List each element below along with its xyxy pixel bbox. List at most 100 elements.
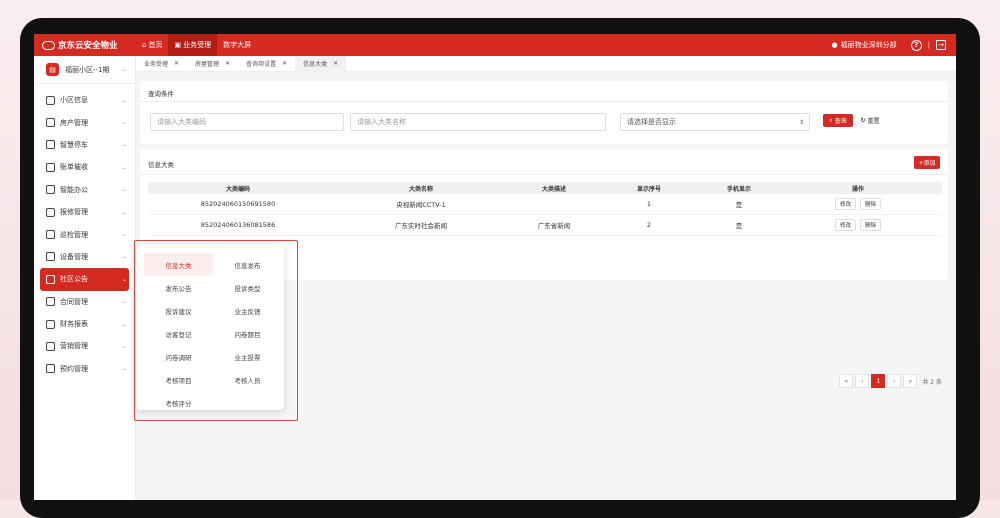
menu-icon	[46, 274, 55, 284]
sidebar-item-label: 房产管理	[60, 118, 88, 127]
menu-icon	[46, 207, 55, 217]
query-title: 查询条件	[148, 90, 174, 98]
sidebar-item-8[interactable]: 社区公告 ⌄	[40, 268, 129, 291]
tab-1[interactable]: 房屋管理 ✕	[187, 56, 238, 72]
pagination: « ‹ 1 › » 共 2 条	[837, 374, 942, 388]
sidebar-item-12[interactable]: 预约管理 ⌄	[34, 358, 135, 380]
cell-code: 852024060136081586	[200, 221, 276, 229]
brand-logo: 京东云安全物业	[34, 39, 136, 51]
category-name-input[interactable]: 请输入大类名称	[350, 113, 606, 131]
category-code-input[interactable]: 请输入大类编码	[150, 113, 344, 131]
monitor-icon: ▣	[174, 41, 182, 49]
add-button[interactable]: +添加	[914, 156, 940, 169]
tab-label: 查询项设置	[246, 61, 277, 68]
category-code-placeholder: 请输入大类编码	[157, 118, 206, 126]
close-icon[interactable]: ✕	[282, 60, 287, 67]
column-header: 操作	[851, 185, 864, 193]
refresh-icon: ↻	[860, 117, 866, 124]
delete-button[interactable]: 删除	[860, 219, 882, 231]
menu-icon	[46, 364, 55, 374]
tab-0[interactable]: 业务受理 ✕	[136, 56, 187, 72]
menu-icon	[46, 185, 55, 195]
select-arrow-icon: ⇕	[798, 118, 804, 126]
last-page-button[interactable]: »	[903, 374, 918, 388]
category-table: 大类编码 大类名称 大类描述 显示序号 手机显示 操作 85202406015069158…	[148, 182, 942, 236]
nav-business[interactable]: ▣ 业务受理	[168, 34, 218, 56]
sidebar-item-4[interactable]: 智能办公 ⌄	[34, 179, 135, 201]
close-icon[interactable]: ✕	[174, 60, 179, 67]
prev-page-button[interactable]: ‹	[855, 374, 870, 388]
divider	[140, 174, 948, 175]
nav-bigscreen[interactable]: 数字大屏	[217, 34, 257, 56]
column-header: 大类描述	[541, 185, 566, 193]
tab-label: 业务受理	[144, 61, 169, 68]
logout-icon[interactable]: →	[936, 40, 946, 50]
menu-icon	[46, 140, 55, 150]
sidebar-item-11[interactable]: 营销管理 ⌄	[34, 335, 135, 357]
sidebar-item-label: 巡检管理	[60, 230, 88, 239]
column-header: 显示序号	[636, 185, 661, 193]
display-select[interactable]: 请选择是否显示 ⇕	[620, 113, 810, 131]
chevron-down-icon: ⌄	[121, 253, 127, 261]
cell-mobile: 是	[735, 201, 743, 209]
chevron-down-icon: ⌄	[121, 66, 127, 73]
edit-button[interactable]: 修改	[834, 219, 856, 231]
next-page-button[interactable]: ›	[887, 374, 902, 388]
sidebar-item-label: 智能办公	[60, 185, 88, 194]
cell-order: 1	[646, 200, 652, 208]
sidebar-item-7[interactable]: 设备管理 ⌄	[34, 246, 135, 268]
brand-logo-icon	[42, 40, 55, 50]
sidebar-item-9[interactable]: 合同管理 ⌄	[34, 291, 135, 313]
nav-home-label: 首页	[148, 41, 163, 49]
sidebar-item-6[interactable]: 巡检管理 ⌄	[34, 223, 135, 245]
sidebar-item-1[interactable]: 房产管理 ⌄	[34, 111, 135, 133]
page-1-button[interactable]: 1	[871, 374, 886, 388]
list-title: 信息大类	[148, 161, 174, 169]
reset-button[interactable]: ↻ 重置	[856, 114, 884, 127]
cell-mobile: 是	[735, 222, 743, 230]
column-header: 大类编码	[225, 185, 250, 193]
menu-icon	[46, 341, 55, 351]
sidebar-item-label: 小区信息	[60, 96, 88, 105]
tab-2[interactable]: 查询项设置 ✕	[238, 56, 295, 72]
menu-icon	[46, 95, 55, 105]
sidebar-item-0[interactable]: 小区信息 ⌄	[34, 89, 135, 111]
building-icon: ▤	[46, 63, 59, 76]
cell-order: 2	[646, 221, 652, 229]
sidebar-item-10[interactable]: 财务报表 ⌄	[34, 313, 135, 335]
table-body: 852024060150691580 央视新闻CCTV-1 1 是修改 删除 852024…	[148, 194, 942, 236]
user-name[interactable]: 福丽物业深圳分部	[841, 40, 897, 50]
delete-button[interactable]: 删除	[860, 198, 882, 210]
sidebar-item-label: 社区公告	[60, 275, 88, 284]
search-button-label: 查询	[834, 118, 847, 125]
chevron-down-icon: ⌄	[121, 163, 127, 171]
nav-business-label: 业务受理	[183, 41, 212, 49]
cell-actions: 修改 删除	[774, 198, 942, 210]
nav-home[interactable]: ⌂ 首页	[136, 34, 168, 56]
highlight-box	[134, 240, 298, 421]
tab-3[interactable]: 信息大类 ✕	[295, 55, 347, 72]
sidebar-item-5[interactable]: 报修管理 ⌄	[34, 201, 135, 223]
menu-icon	[46, 252, 55, 262]
home-icon: ⌂	[142, 41, 147, 49]
community-selector[interactable]: ▤ 福丽小区--1期 ⌄	[34, 56, 135, 84]
sidebar-item-3[interactable]: 账单催收 ⌄	[34, 156, 135, 178]
help-icon[interactable]: ?	[910, 39, 922, 51]
first-page-button[interactable]: «	[839, 374, 854, 388]
column-header: 大类名称	[408, 185, 433, 193]
close-icon[interactable]: ✕	[333, 60, 338, 67]
category-name-placeholder: 请输入大类名称	[357, 118, 406, 126]
tab-label: 房屋管理	[195, 61, 220, 68]
sidebar-item-label: 合同管理	[60, 297, 88, 306]
edit-button[interactable]: 修改	[834, 198, 856, 210]
close-icon[interactable]: ✕	[225, 60, 230, 67]
sidebar-item-2[interactable]: 智慧停车 ⌄	[34, 134, 135, 156]
chevron-down-icon: ⌄	[121, 320, 127, 328]
menu-icon	[46, 118, 55, 128]
table-header: 大类编码 大类名称 大类描述 显示序号 手机显示 操作	[148, 182, 942, 194]
menu-icon	[46, 319, 55, 329]
tab-label: 信息大类	[303, 61, 328, 68]
search-button[interactable]: ⌕ 查询	[823, 114, 853, 127]
sidebar-menu: 小区信息 ⌄ 房产管理 ⌄ 智慧停车 ⌄ 账单催收 ⌄ 智能办公 ⌄ 报修管理 ⌄ 巡检管理 ⌄ 设备管理 ⌄…	[34, 84, 135, 380]
sidebar-item-label: 预约管理	[60, 364, 88, 373]
